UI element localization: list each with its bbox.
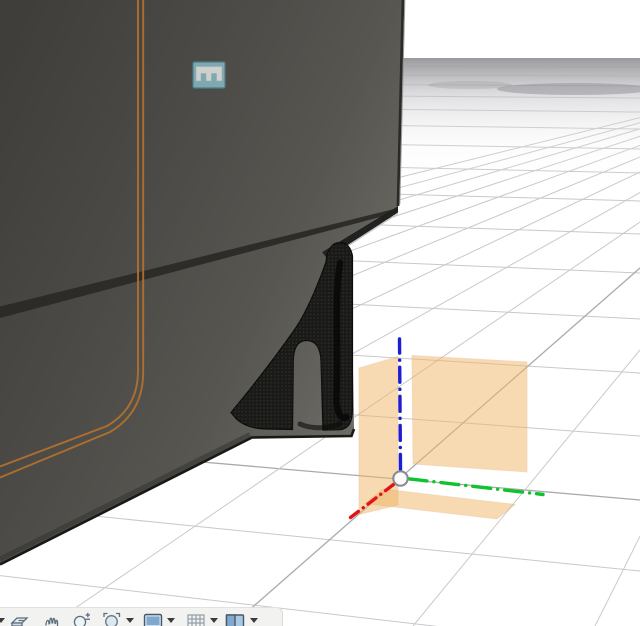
dropdown-caret-grid[interactable]: [210, 618, 218, 623]
dropdown-caret-orbit[interactable]: [0, 618, 5, 623]
zoom-icon: [71, 610, 93, 626]
joint-origin-marker[interactable]: [193, 62, 225, 88]
display-settings-button[interactable]: [142, 610, 164, 626]
fit-icon: [101, 610, 123, 626]
viewport-3d[interactable]: [0, 0, 640, 626]
dropdown-caret-fit[interactable]: [126, 618, 134, 623]
display-settings-icon: [142, 610, 164, 626]
origin-plane-yz[interactable]: [412, 356, 527, 473]
dropdown-caret-viewports[interactable]: [250, 618, 258, 623]
look-at-button[interactable]: [9, 610, 31, 626]
scene-svg: [0, 0, 640, 626]
joint-marker-glyph: [196, 67, 222, 82]
horizon-shadow-streak2: [428, 81, 512, 89]
look-at-icon: [9, 610, 31, 626]
zoom-button[interactable]: [71, 610, 93, 626]
pan-button[interactable]: [41, 610, 63, 626]
origin-point[interactable]: [393, 471, 407, 485]
navigation-toolbar[interactable]: [0, 607, 283, 626]
viewports-button[interactable]: [224, 610, 246, 626]
grid-icon: [185, 610, 207, 626]
dropdown-caret-display[interactable]: [167, 618, 175, 623]
grid-and-snaps-button[interactable]: [185, 610, 207, 626]
viewports-icon: [224, 610, 246, 626]
fit-button[interactable]: [101, 610, 123, 626]
pan-hand-icon: [41, 610, 63, 626]
